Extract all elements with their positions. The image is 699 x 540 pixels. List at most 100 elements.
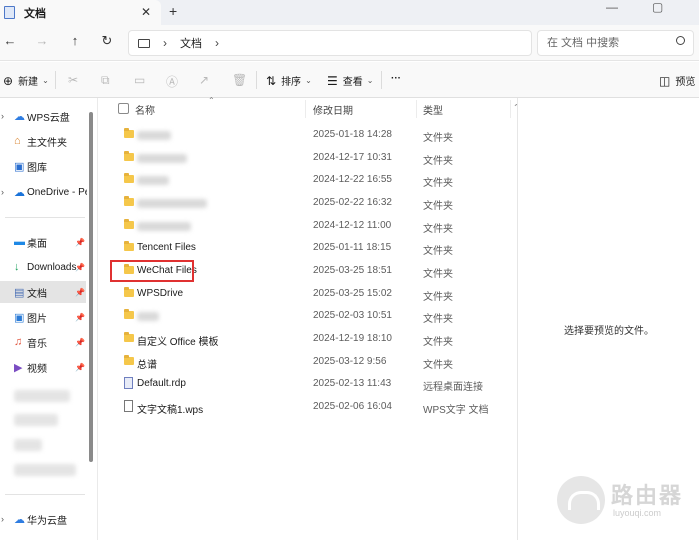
file-type: 文件夹 <box>423 314 453 325</box>
refresh-button[interactable]: ↻ <box>98 33 116 49</box>
sort-button[interactable]: ⇅ 排序 ⌄ <box>266 73 312 89</box>
select-all-checkbox[interactable] <box>118 103 129 114</box>
paste-icon[interactable]: ▭ <box>134 73 145 87</box>
view-button[interactable]: ☰ 查看 ⌄ <box>327 73 374 89</box>
cut-icon[interactable]: ✂ <box>68 73 78 87</box>
folder-icon <box>124 355 134 365</box>
new-button[interactable]: ⊕ 新建 ⌄ <box>3 73 49 89</box>
column-header-type[interactable]: 类型 <box>423 98 503 120</box>
file-name: Default.rdp <box>137 378 186 389</box>
address-bar[interactable]: › 文档 › <box>128 30 532 56</box>
watermark-title: 路由器 <box>611 483 684 508</box>
file-row[interactable]: 2025-02-03 10:51 文件夹 <box>98 305 517 328</box>
sidebar-item-onedrive[interactable]: › ☁ OneDrive - Per <box>0 181 92 203</box>
file-date: 2025-02-03 10:51 <box>313 310 392 321</box>
sidebar-divider <box>5 217 85 218</box>
file-row[interactable]: 2024-12-17 10:31 文件夹 <box>98 147 517 170</box>
sidebar-item-pictures[interactable]: ▣ 图片 📌 <box>0 306 86 328</box>
chevron-right-icon[interactable]: › <box>1 187 4 197</box>
cloud-icon: ☁ <box>14 513 25 526</box>
file-type: 文件夹 <box>423 292 453 303</box>
file-row[interactable]: 文字文稿1.wps 2025-02-06 16:04 WPS文字 文档 <box>98 396 517 419</box>
pin-icon: 📌 <box>75 237 85 247</box>
column-divider[interactable] <box>510 100 511 118</box>
file-row[interactable]: 总谱 2025-03-12 9:56 文件夹 <box>98 351 517 374</box>
column-header-name[interactable]: 名称 <box>135 98 305 120</box>
file-name: Tencent Files <box>137 242 196 253</box>
folder-icon <box>124 241 134 251</box>
blurred-file-name <box>137 199 207 208</box>
blurred-sidebar-item <box>14 439 42 451</box>
share-icon[interactable]: ↗ <box>199 73 209 87</box>
sidebar-item-huawei-cloud[interactable]: › ☁ 华为云盘 <box>0 508 86 530</box>
chevron-right-icon[interactable]: › <box>215 36 219 50</box>
sidebar-item-documents[interactable]: ▤ 文档 📌 <box>0 281 86 303</box>
copy-icon[interactable]: ⧉ <box>101 73 110 88</box>
view-label: 查看 <box>342 77 363 88</box>
file-type: 文件夹 <box>423 178 453 189</box>
file-type: 文件夹 <box>423 156 453 167</box>
preview-button[interactable]: ◫ 预览 <box>659 73 695 89</box>
computer-icon <box>138 38 150 48</box>
file-row[interactable]: Tencent Files 2025-01-11 18:15 文件夹 <box>98 237 517 260</box>
sidebar-item-label: 视频 <box>27 363 47 375</box>
sidebar-item-desktop[interactable]: ▬ 桌面 📌 <box>0 231 86 253</box>
file-date: 2025-03-25 18:51 <box>313 265 392 276</box>
blurred-sidebar-item <box>14 464 76 476</box>
folder-icon <box>124 332 134 342</box>
file-row[interactable]: Default.rdp 2025-02-13 11:43 远程桌面连接 <box>98 373 517 396</box>
delete-icon[interactable]: 🗑 <box>232 73 247 87</box>
chevron-right-icon[interactable]: › <box>1 111 4 121</box>
file-row[interactable]: 2024-12-22 16:55 文件夹 <box>98 169 517 192</box>
file-row[interactable]: 2025-02-22 16:32 文件夹 <box>98 192 517 215</box>
sidebar-item-videos[interactable]: ▶ 视频 📌 <box>0 356 86 378</box>
chevron-down-icon: ⌄ <box>366 76 374 85</box>
folder-icon <box>124 287 134 297</box>
search-input[interactable] <box>547 37 667 49</box>
forward-button[interactable]: → <box>33 33 51 48</box>
chevron-right-icon[interactable]: › <box>163 36 167 50</box>
sidebar-item-label: 桌面 <box>27 238 47 250</box>
rename-icon[interactable]: Ⓐ <box>166 73 178 90</box>
more-options-button[interactable]: ··· <box>391 73 401 84</box>
video-icon: ▶ <box>14 361 23 374</box>
sidebar-item-downloads[interactable]: ↓ Downloads 📌 <box>0 256 86 278</box>
blurred-file-name <box>137 312 159 321</box>
file-row[interactable]: 2024-12-12 11:00 文件夹 <box>98 215 517 238</box>
sidebar-scrollbar-thumb[interactable] <box>89 112 93 462</box>
close-tab-icon[interactable]: ✕ <box>141 5 151 19</box>
tab-documents[interactable]: 文档 ✕ <box>0 0 161 25</box>
back-button[interactable]: ← <box>1 33 19 48</box>
file-row[interactable]: 2025-01-18 14:28 文件夹 <box>98 124 517 147</box>
minimize-button[interactable]: — <box>606 0 618 14</box>
column-divider[interactable] <box>305 100 306 118</box>
sidebar-item-label: 华为云盘 <box>27 515 67 527</box>
onedrive-icon: ☁ <box>14 186 25 199</box>
sidebar-item-label: Downloads <box>27 261 77 273</box>
column-header-modified[interactable]: 修改日期 <box>313 98 413 120</box>
file-row[interactable]: 自定义 Office 模板 2024-12-19 18:10 文件夹 <box>98 328 517 351</box>
pictures-icon: ▣ <box>14 311 25 324</box>
file-type: WPS文字 文档 <box>423 405 489 416</box>
document-icon <box>124 400 133 412</box>
router-logo-icon <box>557 476 605 524</box>
file-date: 2024-12-12 11:00 <box>313 220 392 231</box>
sidebar-item-home[interactable]: ⌂ 主文件夹 <box>0 130 86 152</box>
sidebar-item-music[interactable]: ♫ 音乐 📌 <box>0 331 86 353</box>
chevron-right-icon[interactable]: › <box>1 514 4 524</box>
breadcrumb-documents[interactable]: 文档 <box>180 35 202 51</box>
search-box[interactable] <box>537 30 694 56</box>
column-divider[interactable] <box>416 100 417 118</box>
up-button[interactable]: ↑ <box>66 33 84 48</box>
new-tab-button[interactable]: + <box>169 3 177 19</box>
file-date: 2025-01-18 14:28 <box>313 129 392 140</box>
file-row[interactable]: WPSDrive 2025-03-25 15:02 文件夹 <box>98 283 517 306</box>
toolbar-divider <box>256 71 257 89</box>
maximize-button[interactable]: ▢ <box>652 0 663 14</box>
folder-icon <box>124 128 134 138</box>
sidebar-item-label: 图库 <box>27 162 47 174</box>
sidebar-item-gallery[interactable]: ▣ 图库 <box>0 155 86 177</box>
new-label: 新建 <box>18 77 39 88</box>
sidebar-item-wps-cloud[interactable]: › ☁ WPS云盘 <box>0 105 86 127</box>
file-date: 2025-02-06 16:04 <box>313 401 392 412</box>
